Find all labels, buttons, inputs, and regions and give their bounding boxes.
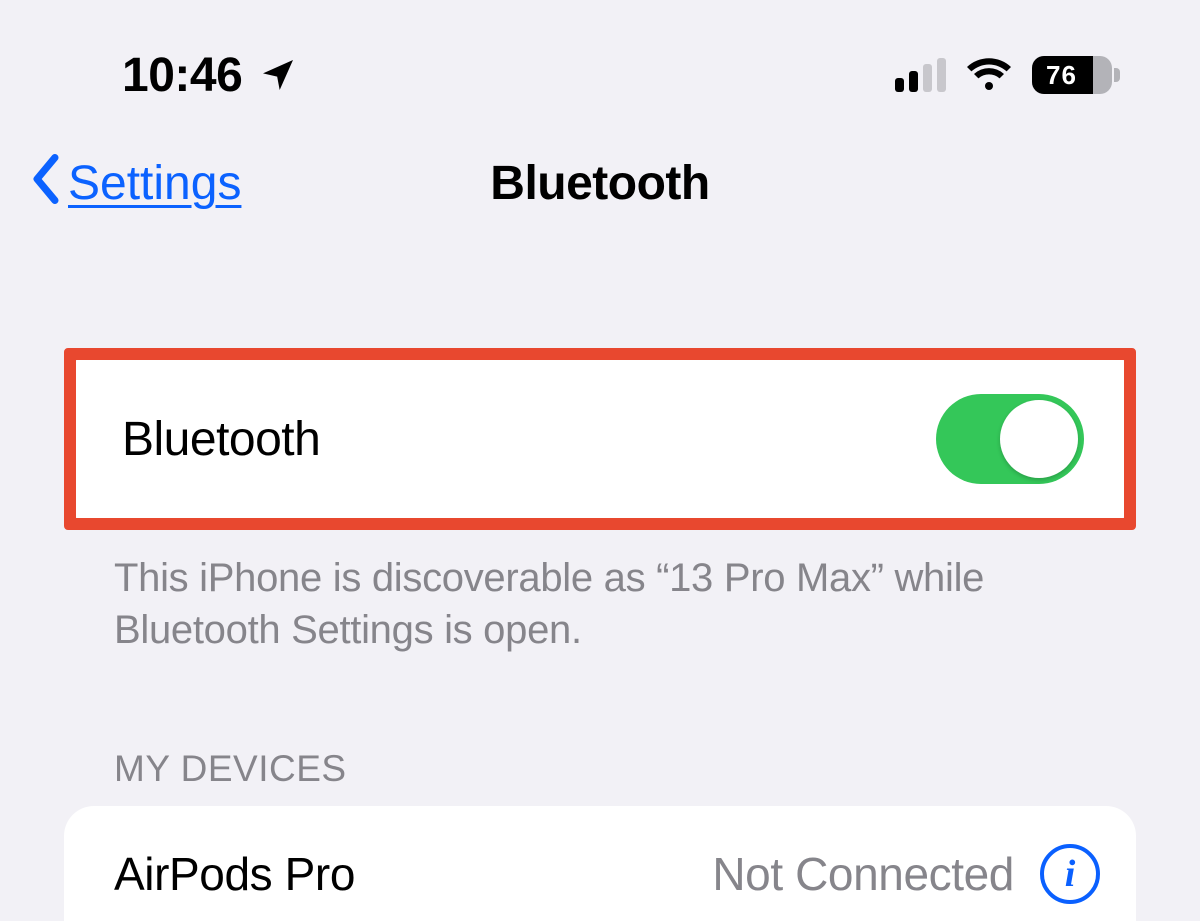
info-icon: i — [1065, 852, 1076, 896]
location-icon — [258, 55, 298, 95]
bluetooth-toggle[interactable] — [936, 394, 1084, 484]
discoverable-text: This iPhone is discoverable as “13 Pro M… — [64, 530, 1136, 656]
info-button[interactable]: i — [1040, 844, 1100, 904]
toggle-knob — [1000, 400, 1078, 478]
bluetooth-toggle-row[interactable]: Bluetooth — [76, 360, 1124, 518]
bluetooth-toggle-row-highlight: Bluetooth — [64, 348, 1136, 530]
status-right: 76 — [895, 53, 1112, 98]
battery-icon: 76 — [1032, 56, 1112, 94]
back-label: Settings — [68, 156, 241, 211]
page-title: Bluetooth — [490, 156, 709, 211]
back-button[interactable]: Settings — [0, 154, 241, 213]
chevron-left-icon — [30, 154, 62, 213]
device-row[interactable]: AirPods Pro Not Connected i — [114, 806, 1136, 921]
battery-percent: 76 — [1032, 60, 1077, 91]
status-time: 10:46 — [122, 48, 242, 103]
section-header-my-devices: MY DEVICES — [64, 656, 1136, 806]
nav-bar: Settings Bluetooth — [0, 128, 1200, 238]
wifi-icon — [964, 53, 1014, 98]
content: Bluetooth This iPhone is discoverable as… — [0, 348, 1200, 921]
status-bar: 10:46 76 — [0, 0, 1200, 110]
device-name: AirPods Pro — [114, 847, 355, 901]
device-row-right: Not Connected i — [712, 844, 1100, 904]
device-list: AirPods Pro Not Connected i — [64, 806, 1136, 921]
bluetooth-toggle-label: Bluetooth — [122, 412, 320, 467]
device-status: Not Connected — [712, 847, 1014, 901]
cellular-signal-icon — [895, 58, 946, 92]
status-left: 10:46 — [122, 48, 298, 103]
